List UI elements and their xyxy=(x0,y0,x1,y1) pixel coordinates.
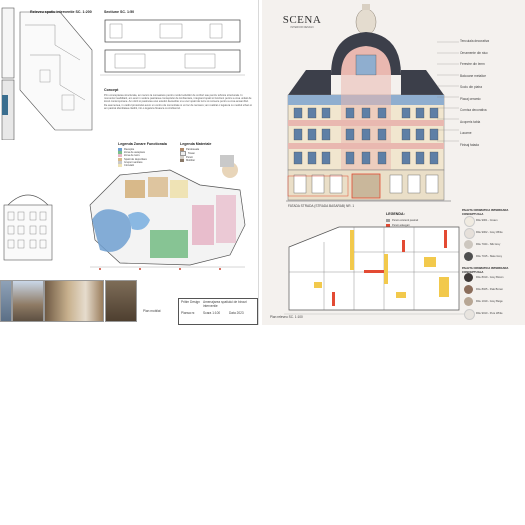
palette-swatch xyxy=(464,216,475,227)
facade-annotation: Lucarne xyxy=(460,131,472,136)
left-drawing-sheet: Releveu spatiu interventie SC. 1:200 Sec… xyxy=(0,0,259,325)
plan-title: Releveu spatiu interventie SC. 1:200 xyxy=(30,10,92,14)
legend-title: LEGENDA: xyxy=(386,212,405,216)
site-photo xyxy=(44,280,104,322)
plan-caption: Plan releveu SC. 1:100 xyxy=(270,315,303,319)
intervention-floor-plan xyxy=(284,226,464,315)
palette-2-title: PALETA CROMATICA INTERIOARA CONCEPTUALA xyxy=(462,266,509,274)
facade-annotation: Tencuiala decorativa xyxy=(460,39,490,43)
annotation-leader-lines xyxy=(437,41,459,142)
facade-annotation: Ferestre din lemn xyxy=(460,62,485,67)
titleblock-text: Plansa nr. xyxy=(181,311,196,315)
facade-caption: FATADA STRADA (STRADA BASARAB) NR. 1 xyxy=(288,204,355,208)
titleblock-text: Scara 1:100 xyxy=(203,311,221,315)
titleblock-text: Pritim Design xyxy=(181,300,200,304)
palette-swatch xyxy=(464,273,473,282)
section-title: Sectiune SC. 1:50 xyxy=(104,10,135,14)
plan-label: Plan mobilat xyxy=(143,309,161,313)
palette-swatch xyxy=(464,285,473,294)
facade-annotation: Cornisa decorativa xyxy=(460,108,487,113)
palette-swatch-label: RAL 7044 - Silk Grey xyxy=(476,243,501,246)
site-photo xyxy=(0,280,12,322)
facade-annotations: Tencuiala decorativa Ornamente din stuc … xyxy=(460,39,522,155)
palette-swatch xyxy=(464,297,473,306)
palette-swatch-label: RAL 9002 - Grey White xyxy=(476,231,503,234)
palette-swatch-label: RAL 8025 - Pale Brown xyxy=(476,288,504,291)
facade-annotation: Finisaj fatada xyxy=(460,142,479,147)
palette-swatch xyxy=(464,240,473,249)
palette-swatch xyxy=(464,228,475,239)
palette-swatch-label: RAL 9010 - Pure White xyxy=(476,312,503,315)
palette-swatch-label: RAL 1019 - Grey Beige xyxy=(476,300,503,303)
right-presentation-sheet: SCENA INTERIOR DESIGN Tencuiala decorati… xyxy=(262,0,525,325)
facade-annotation: Soclu din piatra xyxy=(460,85,482,90)
palette-swatch xyxy=(464,309,475,320)
colored-facade-elevation xyxy=(286,4,451,202)
palette-1-title: PALETA CROMATICA INTERIOARA CONCEPTUALA xyxy=(462,208,509,216)
palette-swatch-label: RAL 7015 - Slate Grey xyxy=(476,255,502,258)
concept-heading: Concept xyxy=(104,88,119,92)
palette-swatch-label: RAL 9001 - Cream xyxy=(476,219,498,222)
concept-text: Prin conceptarea structurala, am recurs … xyxy=(104,94,252,110)
titleblock-text: Amenajarea spatiului de birouri interven… xyxy=(203,300,247,308)
facade-annotation: Balcoane metalice xyxy=(460,73,487,78)
facade-annotation: Ornamente din stuc xyxy=(460,50,488,55)
title-block: Pritim Design Amenajarea spatiului de bi… xyxy=(178,298,258,325)
titleblock-text: Data 2023 xyxy=(229,311,244,315)
palette-swatch-label: RAL 8019 - Grey Brown xyxy=(476,276,504,279)
existing-plan-drawing xyxy=(1,7,93,140)
furnished-floor-plan xyxy=(89,155,246,270)
facade-annotation: Acoperis tabla xyxy=(460,119,481,124)
site-photo xyxy=(105,280,137,322)
facade-annotation: Placaj ceramic xyxy=(460,96,481,101)
blank-area xyxy=(0,325,525,525)
site-photo xyxy=(12,280,44,322)
palette-swatch xyxy=(464,252,473,261)
section-drawing xyxy=(100,19,245,76)
facade-elevation-drawing xyxy=(3,194,53,261)
